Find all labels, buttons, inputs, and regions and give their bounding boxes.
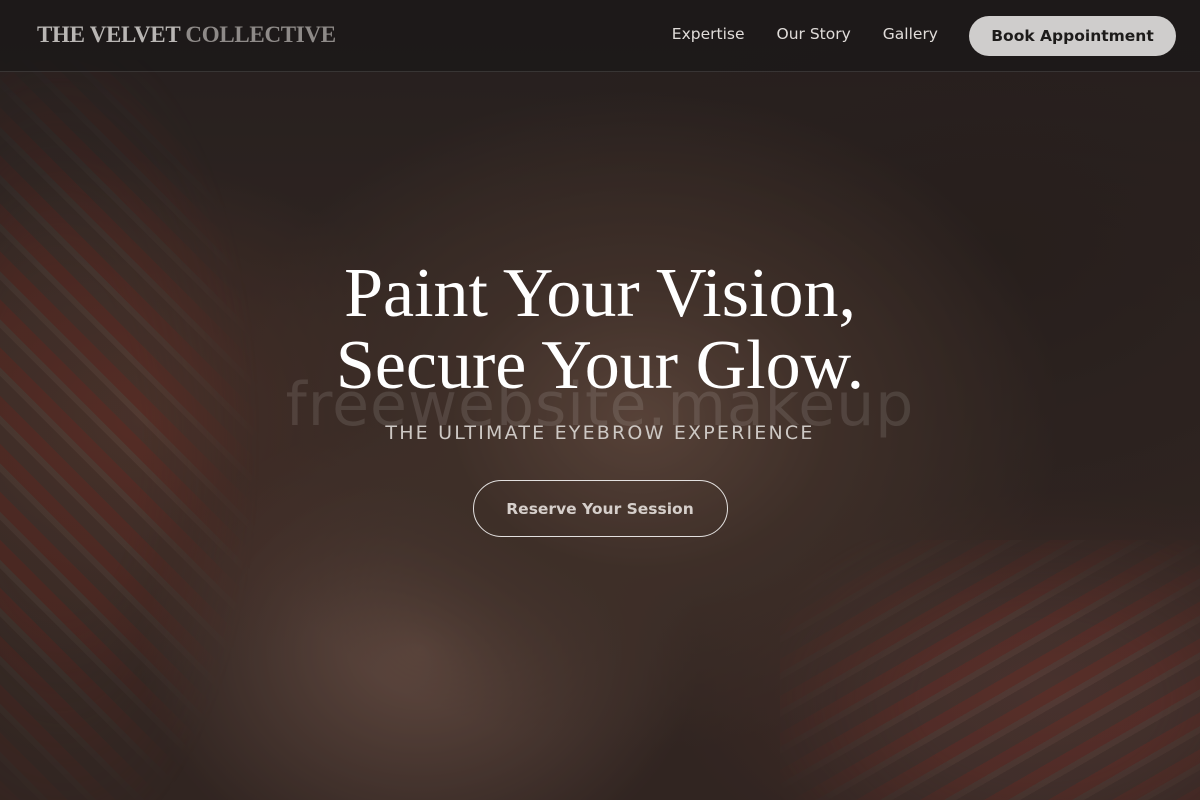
brand-name-primary: THE VELVET <box>37 22 180 47</box>
main-nav: Expertise Our Story Gallery <box>672 25 938 43</box>
nav-link-expertise[interactable]: Expertise <box>672 25 745 43</box>
hero-headline-line-1: Paint Your Vision, <box>344 255 856 332</box>
hero-subtitle: THE ULTIMATE EYEBROW EXPERIENCE <box>385 422 815 444</box>
book-appointment-button[interactable]: Book Appointment <box>969 16 1176 56</box>
hero-headline-line-2: Secure Your Glow. <box>335 327 865 404</box>
nav-link-gallery[interactable]: Gallery <box>883 25 938 43</box>
hero-headline: Paint Your Vision, Secure Your Glow. <box>0 258 1200 402</box>
hero-section: Paint Your Vision, Secure Your Glow. THE… <box>0 258 1200 537</box>
brand-logo[interactable]: THE VELVET COLLECTIVE <box>37 22 336 48</box>
reserve-session-button[interactable]: Reserve Your Session <box>472 480 728 537</box>
nav-link-our-story[interactable]: Our Story <box>777 25 851 43</box>
landing-page: THE VELVET COLLECTIVE Expertise Our Stor… <box>0 0 1200 800</box>
brand-name-secondary: COLLECTIVE <box>185 22 336 47</box>
site-header: THE VELVET COLLECTIVE Expertise Our Stor… <box>0 0 1200 72</box>
